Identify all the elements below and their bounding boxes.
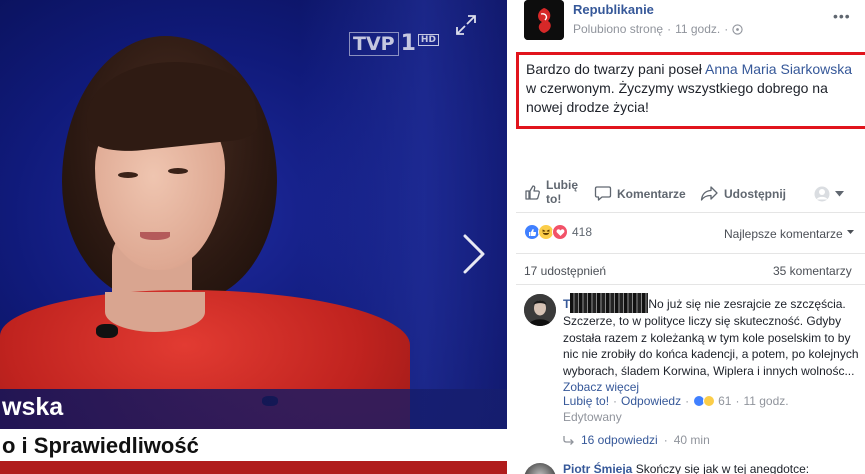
share-arrow-icon — [700, 186, 718, 201]
comment-body: T No już się nie zesrajcie ze szczęścia. … — [563, 293, 863, 396]
love-reaction-icon — [552, 224, 568, 240]
page-avatar[interactable] — [524, 0, 564, 40]
lower-third-party: o i Sprawiedliwość — [2, 433, 199, 458]
view-replies-link[interactable]: 16 odpowiedzi · 40 min — [563, 433, 710, 447]
separator-dot: · — [663, 433, 668, 447]
post-panel: Republikanie Polubiono stronę · 11 godz.… — [507, 0, 865, 474]
lower-third-name-bar: wska — [0, 389, 507, 429]
comments-count-link[interactable]: 35 komentarzy — [773, 264, 852, 278]
lower-third-strip — [0, 461, 507, 474]
tv-lower-third: wska o i Sprawiedliwość — [0, 389, 507, 474]
separator-dot: · — [613, 394, 618, 408]
divider — [516, 212, 865, 213]
post-actions-bar: Lubię to! Komentarze Udostępnij — [507, 172, 865, 214]
comment-body: Piotr Śmieja Skończy się jak w tej anegd… — [563, 461, 863, 474]
next-photo-arrow-icon[interactable] — [460, 232, 488, 276]
post-text-highlight: Bardzo do twarzy pani poseł Anna Maria S… — [516, 52, 865, 129]
meta-separator: · — [724, 22, 729, 36]
eagle-logo-icon — [524, 0, 564, 40]
separator-dot: · — [735, 394, 740, 408]
globe-icon — [732, 23, 743, 35]
post-text-end: w czerwonym. Życzymy wszystkiego dobrego… — [526, 80, 828, 115]
comment-actions: Lubię to! · Odpowiedz · 61 · 11 godz. — [563, 394, 789, 408]
divider — [516, 253, 865, 254]
channel-logo: TVP 1 HD — [349, 31, 439, 56]
post-photo[interactable]: TVP 1 HD wska o i Sprawiedliwość — [0, 0, 507, 474]
see-more-link[interactable]: Zobacz więcej — [563, 380, 639, 394]
divider — [516, 284, 865, 285]
comment-sort-dropdown[interactable]: Najlepsze komentarze — [724, 227, 855, 241]
post-time[interactable]: 11 godz. — [675, 22, 720, 36]
post-text-start: Bardzo do twarzy pani poseł — [526, 61, 705, 77]
reaction-count: 418 — [572, 225, 593, 239]
like-button[interactable]: Lubię to! — [524, 178, 580, 206]
censored-name-block — [570, 293, 649, 313]
reactions-summary[interactable]: 418 — [524, 224, 592, 240]
liked-page-label: Polubiono stronę — [573, 22, 664, 36]
comment-bubble-icon — [594, 186, 612, 201]
lower-third-party-bar: o i Sprawiedliwość — [0, 429, 507, 461]
share-button[interactable]: Udostępnij — [700, 185, 786, 202]
caret-down-icon — [847, 230, 855, 234]
profile-avatar-icon — [814, 186, 830, 202]
replies-count: 16 odpowiedzi — [581, 433, 658, 447]
chevron-down-icon — [835, 191, 844, 197]
comment-reply-link[interactable]: Odpowiedz — [621, 394, 681, 408]
lower-third-name: wska — [2, 393, 64, 421]
lapel-mic-icon — [96, 324, 118, 338]
shares-count-link[interactable]: 17 udostępnień — [524, 264, 606, 278]
comment-item: Piotr Śmieja Skończy się jak w tej anegd… — [524, 460, 864, 474]
commenter-avatar[interactable] — [524, 294, 556, 326]
commenter-avatar[interactable] — [524, 463, 556, 474]
share-label: Udostępnij — [724, 186, 786, 201]
comment-author-link[interactable]: T — [563, 297, 570, 311]
photo-eye-left — [118, 172, 138, 178]
channel-logo-tvp: TVP — [349, 31, 399, 56]
comment-label: Komentarze — [617, 186, 686, 201]
channel-logo-hd: HD — [417, 34, 439, 46]
replies-time: 40 min — [673, 433, 710, 447]
like-label: Lubię to! — [546, 178, 578, 206]
photo-mouth — [140, 232, 170, 240]
thumbs-up-icon — [525, 184, 540, 200]
photo-eye-right — [168, 168, 188, 174]
photo-collar — [105, 292, 205, 332]
page-name-link[interactable]: Republikanie — [573, 2, 654, 17]
reply-arrow-icon — [563, 436, 574, 445]
post-header: Republikanie Polubiono stronę · 11 godz.… — [507, 0, 865, 50]
more-options-icon[interactable]: ••• — [833, 8, 851, 24]
haha-reaction-icon — [703, 395, 716, 407]
channel-logo-number: 1 — [400, 31, 416, 56]
post-meta: Polubiono stronę · 11 godz. · — [573, 22, 743, 36]
edited-label[interactable]: Edytowany — [563, 410, 622, 424]
comment-author-link[interactable]: Piotr Śmieja — [563, 462, 632, 474]
comment-reaction-count[interactable]: 61 — [718, 394, 731, 408]
comment-text: Skończy się jak w tej anegdotce: — [635, 462, 810, 474]
comment-like-link[interactable]: Lubię to! — [563, 394, 609, 408]
comment-time[interactable]: 11 godz. — [743, 394, 788, 408]
tagged-person-link[interactable]: Anna Maria Siarkowska — [705, 61, 852, 77]
person-silhouette-icon — [524, 294, 556, 326]
meta-separator: · — [667, 22, 672, 36]
reaction-audience-selector[interactable] — [813, 186, 844, 202]
separator-dot: · — [685, 394, 690, 408]
sort-label: Najlepsze komentarze — [724, 227, 843, 241]
expand-icon[interactable] — [454, 13, 478, 37]
